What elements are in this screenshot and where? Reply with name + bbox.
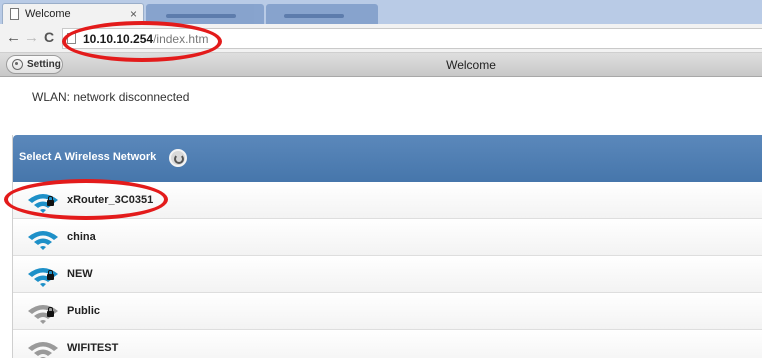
network-ssid: china xyxy=(67,231,96,243)
setting-button-label: Setting xyxy=(27,59,61,70)
forward-arrow-icon[interactable]: → xyxy=(24,29,39,46)
network-ssid: NEW xyxy=(67,268,93,280)
page-title: Welcome xyxy=(0,58,762,72)
wifi-signal-icon xyxy=(28,268,58,287)
wifi-signal-icon xyxy=(28,231,58,250)
tab-title: Welcome xyxy=(25,8,71,20)
network-ssid: Public xyxy=(67,305,101,317)
back-arrow-icon[interactable]: ← xyxy=(6,29,21,46)
network-row-4[interactable]: WIFITEST xyxy=(13,330,762,358)
gear-icon xyxy=(12,59,23,70)
page-info-icon[interactable] xyxy=(67,33,76,44)
page-icon xyxy=(10,8,19,20)
network-row-0[interactable]: xRouter_3C0351 xyxy=(13,182,762,219)
blurred-tab-title xyxy=(284,14,344,18)
reload-icon[interactable]: C xyxy=(44,29,54,45)
app-header: Welcome Setting xyxy=(0,53,762,77)
url-text: 10.10.10.254/index.htm xyxy=(83,32,208,46)
lock-icon xyxy=(47,196,54,206)
url-host: 10.10.10.254 xyxy=(83,32,154,46)
wifi-signal-icon xyxy=(28,305,58,324)
network-list-title: Select A Wireless Network xyxy=(19,151,157,163)
browser-tab-strip: Welcome × xyxy=(0,0,762,24)
wifi-signal-icon xyxy=(28,194,58,213)
browser-tab-blurred[interactable] xyxy=(146,4,264,24)
setting-button[interactable]: Setting xyxy=(6,55,63,74)
network-list-header: Select A Wireless Network xyxy=(13,135,762,182)
browser-tab-blurred[interactable] xyxy=(266,4,378,24)
network-row-2[interactable]: NEW xyxy=(13,256,762,293)
lock-icon xyxy=(47,270,54,280)
blurred-tab-title xyxy=(166,14,236,18)
wlan-status: WLAN: network disconnected xyxy=(32,90,190,104)
network-row-1[interactable]: china xyxy=(13,219,762,256)
address-bar[interactable]: 10.10.10.254/index.htm xyxy=(62,28,762,49)
url-path: /index.htm xyxy=(153,32,209,46)
browser-tab-welcome[interactable]: Welcome × xyxy=(2,3,144,24)
network-row-3[interactable]: Public xyxy=(13,293,762,330)
network-list: Select A Wireless Network xRouter_3C0351… xyxy=(12,135,762,358)
tab-close-icon[interactable]: × xyxy=(130,7,137,21)
page-title-text: Welcome xyxy=(446,58,496,72)
refresh-icon[interactable] xyxy=(169,149,187,167)
network-ssid: xRouter_3C0351 xyxy=(67,194,154,206)
wifi-signal-icon xyxy=(28,342,58,358)
browser-toolbar: ← → C 10.10.10.254/index.htm xyxy=(0,24,762,53)
lock-icon xyxy=(47,307,54,317)
network-ssid: WIFITEST xyxy=(67,342,119,354)
